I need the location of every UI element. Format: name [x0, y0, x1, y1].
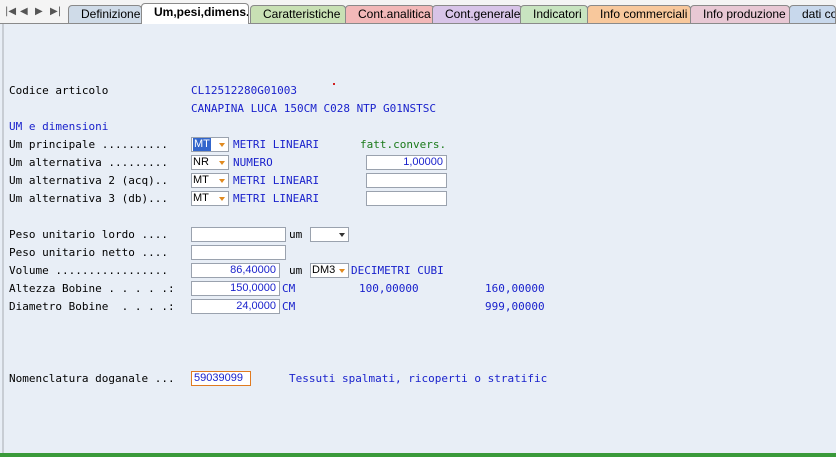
tab-dati-co[interactable]: dati co	[789, 5, 836, 23]
fatt-convers-label: fatt.convers.	[360, 138, 447, 151]
nomenclatura-label: Nomenclatura doganale ...	[9, 372, 175, 385]
nomenclatura-desc: Tessuti spalmati, ricoperti o stratific	[289, 372, 548, 385]
um-alternativa-3-desc: METRI LINEARI	[233, 192, 320, 205]
um-principale-code: MT	[193, 138, 211, 151]
tab-cont-analitica[interactable]: Cont.analitica	[345, 5, 434, 23]
nomenclatura-input[interactable]: 59039099	[191, 371, 251, 386]
peso-netto-label: Peso unitario netto ....	[9, 246, 168, 259]
diametro-um: CM	[282, 300, 296, 313]
um-alternativa-2-fattore-input[interactable]	[366, 173, 447, 188]
chevron-down-icon[interactable]	[219, 197, 225, 201]
altezza-bobine-label: Altezza Bobine . . . . .:	[9, 282, 175, 295]
um-alternativa-3-code: MT	[193, 192, 209, 204]
tab-info-commerciali[interactable]: Info commerciali	[587, 5, 691, 23]
diametro-bobine-input[interactable]: 24,0000	[191, 299, 280, 314]
first-page-icon[interactable]: |◀	[5, 6, 16, 17]
um-alternativa-code: NR	[193, 156, 209, 168]
tab-definizione[interactable]: Definizione	[68, 5, 142, 23]
diametro-bobine-label: Diametro Bobine . . . .:	[9, 300, 175, 313]
peso-um-label: um	[289, 228, 303, 241]
altezza-um: CM	[282, 282, 296, 295]
tab-bar: |◀ ◀ ▶ ▶| Definizione Um,pesi,dimens. Ca…	[0, 0, 836, 24]
chevron-down-icon[interactable]	[339, 269, 345, 273]
um-alternativa-select[interactable]: NR	[191, 155, 229, 170]
last-page-icon[interactable]: ▶|	[50, 6, 61, 17]
volume-input[interactable]: 86,40000	[191, 263, 280, 278]
volume-um-select[interactable]: DM3	[310, 263, 349, 278]
um-alternativa-2-desc: METRI LINEARI	[233, 174, 320, 187]
peso-lordo-label: Peso unitario lordo ....	[9, 228, 168, 241]
volume-um-label: um	[289, 264, 303, 277]
peso-lordo-input[interactable]	[191, 227, 286, 242]
prev-page-icon[interactable]: ◀	[20, 6, 28, 17]
descrizione-articolo: CANAPINA LUCA 150CM C028 NTP G01NSTSC	[191, 102, 437, 115]
um-alternativa-desc: NUMERO	[233, 156, 273, 169]
peso-netto-input[interactable]	[191, 245, 286, 260]
altezza-bobine-input[interactable]: 150,0000	[191, 281, 280, 296]
chevron-down-icon[interactable]	[219, 143, 225, 147]
chevron-down-icon[interactable]	[339, 233, 345, 237]
um-alternativa-3-label: Um alternativa 3 (db)...	[9, 192, 168, 205]
peso-um-select[interactable]	[310, 227, 349, 242]
um-alternativa-2-select[interactable]: MT	[191, 173, 229, 188]
tab-indicatori[interactable]: Indicatori	[520, 5, 588, 23]
chevron-down-icon[interactable]	[219, 179, 225, 183]
um-alternativa-3-select[interactable]: MT	[191, 191, 229, 206]
diametro-max: 999,00000	[485, 300, 545, 313]
um-principale-desc: METRI LINEARI	[233, 138, 320, 151]
volume-um-desc: DECIMETRI CUBI	[351, 264, 444, 277]
tab-info-produzione[interactable]: Info produzione	[690, 5, 790, 23]
um-principale-select[interactable]: MT	[191, 137, 229, 152]
um-alternativa-3-fattore-input[interactable]	[366, 191, 447, 206]
codice-articolo-value: CL12512280G01003	[191, 84, 297, 97]
next-page-icon[interactable]: ▶	[35, 6, 43, 17]
um-alternativa-2-code: MT	[193, 174, 209, 186]
tab-cont-generale[interactable]: Cont.generale	[432, 5, 522, 23]
volume-label: Volume .................	[9, 264, 168, 277]
um-alternativa-2-label: Um alternativa 2 (acq)..	[9, 174, 168, 187]
um-principale-label: Um principale ..........	[9, 138, 168, 151]
status-bar	[0, 453, 836, 457]
codice-articolo-label: Codice articolo	[9, 84, 109, 97]
um-alternativa-fattore-input[interactable]: 1,00000	[366, 155, 447, 170]
tab-um-pesi-dimens[interactable]: Um,pesi,dimens.	[141, 3, 249, 24]
volume-um-code: DM3	[312, 264, 336, 276]
chevron-down-icon[interactable]	[219, 161, 225, 165]
altezza-max: 160,00000	[485, 282, 545, 295]
required-marker	[333, 83, 335, 85]
section-um-dimensioni: UM e dimensioni	[9, 120, 109, 133]
um-alternativa-label: Um alternativa .........	[9, 156, 168, 169]
altezza-min: 100,00000	[359, 282, 419, 295]
tab-caratteristiche[interactable]: Caratteristiche	[250, 5, 346, 23]
